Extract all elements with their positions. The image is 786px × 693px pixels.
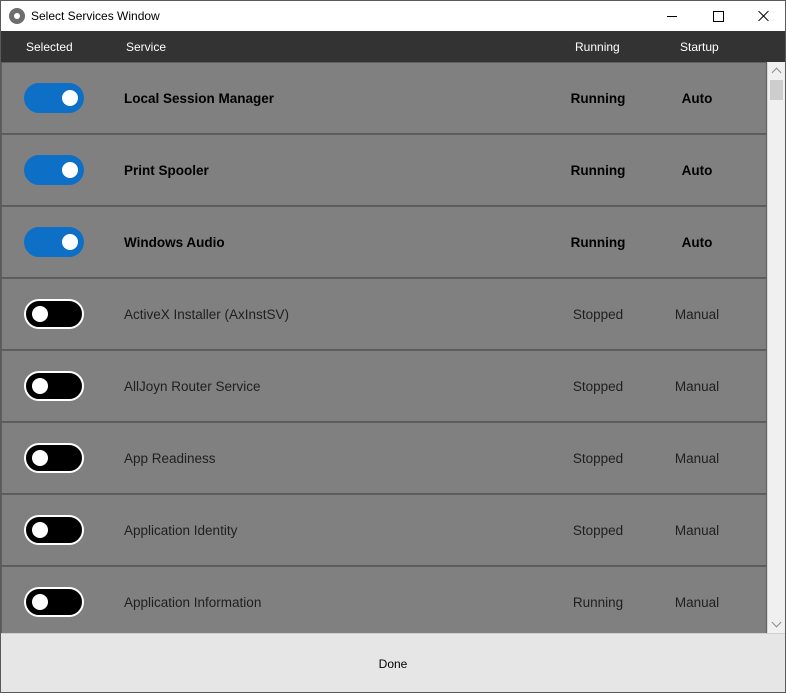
service-running-status: Running (572, 595, 624, 610)
service-running-status: Running (570, 91, 626, 106)
column-header-startup[interactable]: Startup (680, 40, 719, 54)
toggle-knob (32, 378, 48, 394)
close-button[interactable] (741, 1, 785, 31)
selected-toggle[interactable] (24, 515, 84, 545)
service-startup-type: Manual (674, 523, 720, 538)
column-header-running[interactable]: Running (575, 40, 620, 54)
toggle-knob (32, 594, 48, 610)
service-row[interactable]: Windows Audio Running Auto (1, 206, 767, 278)
scroll-down-button[interactable] (768, 616, 785, 633)
service-row[interactable]: ActiveX Installer (AxInstSV) Stopped Manua… (1, 278, 767, 350)
service-name: Application Identity (124, 523, 238, 538)
service-row[interactable]: Application Information Running Manual (1, 566, 767, 633)
service-startup-type: Auto (681, 235, 713, 250)
selected-toggle[interactable] (24, 227, 84, 257)
service-name: Windows Audio (124, 235, 225, 250)
window-title: Select Services Window (31, 9, 160, 23)
maximize-button[interactable] (695, 1, 741, 31)
service-row[interactable]: AllJoyn Router Service Stopped Manual (1, 350, 767, 422)
service-running-status: Stopped (572, 379, 624, 394)
scroll-thumb[interactable] (770, 80, 783, 100)
column-header-service[interactable]: Service (126, 40, 166, 54)
close-icon (758, 10, 770, 22)
service-running-status: Stopped (572, 523, 624, 538)
service-list: Local Session Manager Running Auto Print Sp… (1, 62, 767, 633)
service-name: ActiveX Installer (AxInstSV) (124, 307, 290, 322)
service-startup-type: Manual (674, 307, 720, 322)
title-bar[interactable]: Select Services Window (1, 1, 785, 31)
toggle-knob (62, 90, 78, 106)
minimize-button[interactable] (649, 1, 695, 31)
service-row[interactable]: Local Session Manager Running Auto (1, 62, 767, 134)
service-name: AllJoyn Router Service (124, 379, 261, 394)
selected-toggle[interactable] (24, 371, 84, 401)
toggle-knob (32, 306, 48, 322)
service-startup-type: Manual (674, 451, 720, 466)
selected-toggle[interactable] (24, 83, 84, 113)
minimize-icon (667, 15, 677, 17)
chevron-down-icon (771, 617, 782, 628)
selected-toggle[interactable] (24, 299, 84, 329)
selected-toggle[interactable] (24, 155, 84, 185)
toggle-knob (62, 162, 78, 178)
service-row[interactable]: Application Identity Stopped Manual (1, 494, 767, 566)
service-name: App Readiness (124, 451, 216, 466)
service-running-status: Running (570, 163, 626, 178)
service-startup-type: Auto (681, 163, 713, 178)
selected-toggle[interactable] (24, 587, 84, 617)
service-running-status: Running (570, 235, 626, 250)
toggle-knob (32, 522, 48, 538)
footer: Done (1, 633, 785, 692)
service-name: Local Session Manager (124, 91, 275, 106)
chevron-up-icon (771, 67, 782, 78)
service-startup-type: Manual (674, 595, 720, 610)
vertical-scrollbar[interactable] (767, 62, 785, 633)
column-header: Selected Service Running Startup (1, 31, 785, 62)
selected-toggle[interactable] (24, 443, 84, 473)
service-startup-type: Manual (674, 379, 720, 394)
service-name: Print Spooler (124, 163, 209, 178)
service-running-status: Stopped (572, 451, 624, 466)
scroll-up-button[interactable] (768, 62, 785, 79)
service-row[interactable]: App Readiness Stopped Manual (1, 422, 767, 494)
column-header-selected[interactable]: Selected (26, 40, 73, 54)
done-button[interactable]: Done (1, 634, 785, 692)
service-running-status: Stopped (572, 307, 624, 322)
maximize-icon (712, 10, 724, 22)
toggle-knob (32, 450, 48, 466)
toggle-knob (62, 234, 78, 250)
service-name: Application Information (124, 595, 262, 610)
service-row[interactable]: Print Spooler Running Auto (1, 134, 767, 206)
select-services-window: Select Services Window Selected Service … (0, 0, 786, 693)
service-startup-type: Auto (681, 91, 713, 106)
gear-icon (9, 8, 25, 24)
